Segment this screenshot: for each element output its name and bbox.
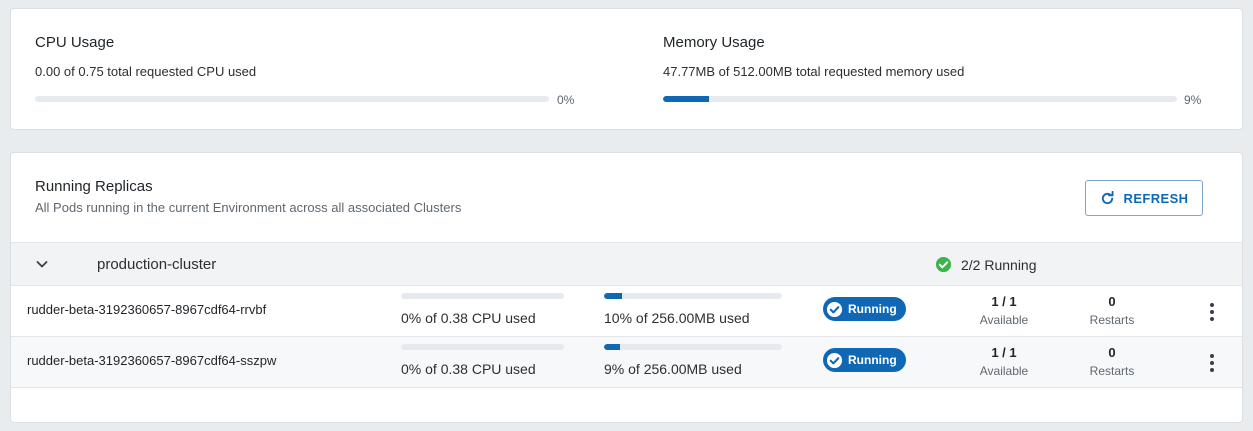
running-replicas-card: Running Replicas All Pods running in the… <box>10 152 1243 423</box>
pod-restarts-value: 0 <box>1108 294 1116 309</box>
pod-memory-bar-fill <box>604 344 621 350</box>
refresh-button[interactable]: REFRESH <box>1085 180 1203 216</box>
refresh-button-label: REFRESH <box>1123 190 1189 206</box>
pod-memory-usage: 10% of 256.00MB used <box>604 310 750 326</box>
refresh-icon <box>1101 190 1114 204</box>
pod-available-label: Available <box>979 364 1029 378</box>
pod-memory-bar-fill <box>604 293 622 299</box>
cpu-usage-title: CPU Usage <box>35 34 115 51</box>
pod-cpu-usage: 0% of 0.38 CPU used <box>401 361 536 377</box>
check-circle-icon <box>935 256 952 273</box>
cpu-usage-percent: 0% <box>557 93 575 107</box>
section-title: Running Replicas <box>35 178 153 195</box>
pod-available: 1 / 1 Available <box>964 294 1044 327</box>
cluster-status: 2/2 Running <box>935 256 1037 273</box>
pod-status-badge: Running <box>823 297 906 321</box>
more-vertical-icon[interactable] <box>1203 353 1221 373</box>
pod-cpu-bar <box>401 293 564 299</box>
pod-name: rudder-beta-3192360657-8967cdf64-sszpw <box>27 353 277 368</box>
pod-available-label: Available <box>979 313 1029 327</box>
pod-status-label: Running <box>848 353 897 367</box>
check-circle-icon <box>826 352 843 368</box>
pod-memory-bar <box>604 344 782 350</box>
pod-available-value: 1 / 1 <box>991 345 1017 360</box>
memory-usage-bar-fill <box>663 96 710 102</box>
resource-usage-card: CPU Usage 0.00 of 0.75 total requested C… <box>10 8 1243 130</box>
memory-usage-summary: 47.77MB of 512.00MB total requested memo… <box>663 64 965 79</box>
pod-restarts-label: Restarts <box>1089 364 1135 378</box>
pod-row: rudder-beta-3192360657-8967cdf64-sszpw 0… <box>11 337 1242 388</box>
pod-memory-usage: 9% of 256.00MB used <box>604 361 742 377</box>
pod-available: 1 / 1 Available <box>964 345 1044 378</box>
chevron-down-icon[interactable] <box>35 257 49 271</box>
pod-memory-bar <box>604 293 782 299</box>
memory-usage-percent: 9% <box>1184 93 1202 107</box>
cpu-usage-summary: 0.00 of 0.75 total requested CPU used <box>35 64 257 79</box>
section-subtitle: All Pods running in the current Environm… <box>35 200 462 215</box>
more-vertical-icon[interactable] <box>1203 302 1221 322</box>
pod-restarts-label: Restarts <box>1089 313 1135 327</box>
cluster-group-row[interactable]: production-cluster 2/2 Running <box>11 242 1242 286</box>
pod-status-badge: Running <box>823 348 906 372</box>
pod-cpu-bar <box>401 344 564 350</box>
cluster-name: production-cluster <box>97 256 217 273</box>
cpu-usage-bar <box>35 96 549 102</box>
pod-cpu-usage: 0% of 0.38 CPU used <box>401 310 536 326</box>
pod-row: rudder-beta-3192360657-8967cdf64-rrvbf 0… <box>11 286 1242 337</box>
check-circle-icon <box>826 301 843 317</box>
cluster-status-label: 2/2 Running <box>961 256 1037 273</box>
pod-restarts: 0 Restarts <box>1072 345 1152 378</box>
pod-restarts: 0 Restarts <box>1072 294 1152 327</box>
memory-usage-title: Memory Usage <box>663 34 765 51</box>
memory-usage-bar <box>663 96 1177 102</box>
pod-status-label: Running <box>848 302 897 316</box>
pod-available-value: 1 / 1 <box>991 294 1017 309</box>
pod-restarts-value: 0 <box>1108 345 1116 360</box>
pod-name: rudder-beta-3192360657-8967cdf64-rrvbf <box>27 302 267 317</box>
